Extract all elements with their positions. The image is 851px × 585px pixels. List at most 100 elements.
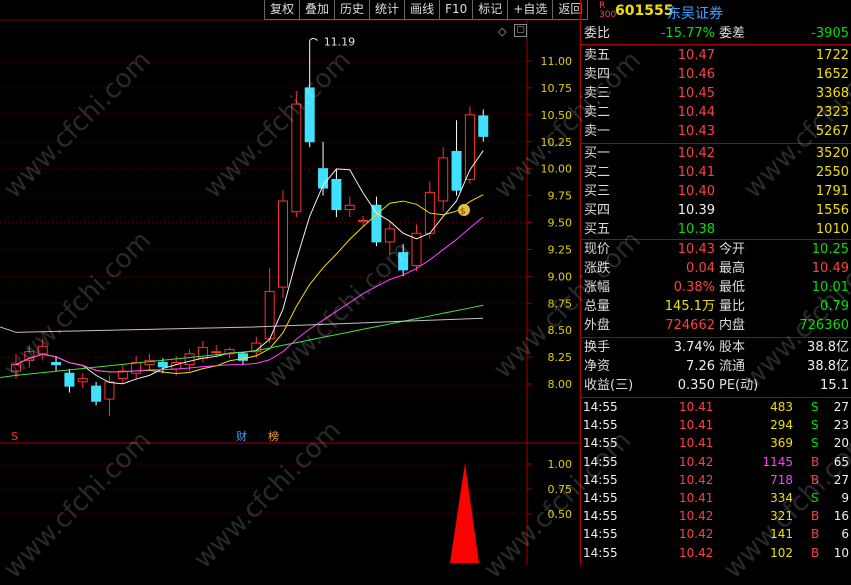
candle-body-up[interactable] xyxy=(131,361,142,374)
fin-row[interactable]: 换手 3.74% 股本 38.8亿 xyxy=(581,339,851,357)
candle-body-up[interactable] xyxy=(438,157,449,202)
bid-price: 10.40 xyxy=(677,184,715,199)
stat-row[interactable]: 总量 145.1万 量比 0.79 xyxy=(581,298,851,316)
toolbar-overlay-button[interactable]: 叠加 xyxy=(299,0,335,20)
signal-s-marker[interactable]: S xyxy=(11,430,18,443)
ask-row[interactable]: 卖二 10.44 2323 xyxy=(581,104,851,122)
tick-count: 10 xyxy=(833,545,849,560)
weicha-label: 委差 xyxy=(719,26,746,41)
divider-5 xyxy=(581,397,851,398)
candle-body-down[interactable] xyxy=(478,115,489,137)
tick-row[interactable]: 14:55 10.41 369 S 20 xyxy=(581,434,851,452)
candle-body-up[interactable] xyxy=(184,353,195,366)
tick-side: S xyxy=(811,400,819,414)
toolbar-fuquan-button[interactable]: 复权 xyxy=(264,0,300,20)
bid-row[interactable]: 买二 10.41 2550 xyxy=(581,164,851,182)
ask-price: 10.45 xyxy=(677,86,715,101)
candle-body-up[interactable] xyxy=(104,381,115,400)
candle-body-up[interactable] xyxy=(358,219,369,222)
stock-code[interactable]: 601555 xyxy=(615,3,673,19)
ma-line-ma60 xyxy=(15,304,484,376)
bid-price: 10.39 xyxy=(677,203,715,218)
tick-count: 27 xyxy=(833,472,849,487)
toolbar-stats-button[interactable]: 统计 xyxy=(369,0,405,20)
price-chart[interactable]: 11.00 10.75 10.50 10.25 10.00 9.75 9.50 9.25 9.0… xyxy=(0,0,581,565)
tick-time: 14:55 xyxy=(583,527,618,542)
tick-row[interactable]: 14:55 10.42 321 B 16 xyxy=(581,507,851,525)
tick-side: B xyxy=(811,472,820,487)
candle-body-up[interactable] xyxy=(211,351,222,354)
candle-body-down[interactable] xyxy=(331,178,342,211)
tick-row[interactable]: 14:55 10.42 102 B 10 xyxy=(581,544,851,562)
diamond-icon[interactable]: ◇ xyxy=(498,25,506,38)
candle-body-down[interactable] xyxy=(64,372,75,387)
candle-body-down[interactable] xyxy=(398,252,409,271)
tick-count: 65 xyxy=(833,454,849,469)
stat-row[interactable]: 涨跌 0.04 最高 10.49 xyxy=(581,260,851,278)
candle-body-up[interactable] xyxy=(77,378,88,383)
candle-body-up[interactable] xyxy=(291,103,302,213)
candle-body-up[interactable] xyxy=(278,200,288,288)
bid-level-label: 买三 xyxy=(584,184,611,199)
ask-row[interactable]: 卖四 10.46 1652 xyxy=(581,66,851,84)
stock-name[interactable]: 东吴证券 xyxy=(667,3,723,23)
tick-price: 10.41 xyxy=(679,436,714,451)
ask-row[interactable]: 卖三 10.45 3368 xyxy=(581,85,851,103)
divider-4 xyxy=(581,337,851,338)
bid-row[interactable]: 买三 10.40 1791 xyxy=(581,183,851,201)
price-tick-label: 10.75 xyxy=(541,82,573,95)
candle-body-up[interactable] xyxy=(24,351,35,361)
tick-price: 10.42 xyxy=(679,545,714,560)
candle-body-down[interactable] xyxy=(157,361,168,368)
tick-row[interactable]: 14:55 10.41 483 S 27 xyxy=(581,398,851,416)
fin-row[interactable]: 净资 7.26 流通 38.8亿 xyxy=(581,358,851,376)
stat-row[interactable]: 现价 10.43 今开 10.25 xyxy=(581,241,851,259)
candle-body-down[interactable] xyxy=(371,204,382,243)
candle-body-up[interactable] xyxy=(37,345,48,355)
bid-level-label: 买一 xyxy=(584,146,611,161)
bid-volume: 1791 xyxy=(815,184,849,199)
bid-row[interactable]: 买四 10.39 1556 xyxy=(581,202,851,220)
toolbar-history-button[interactable]: 历史 xyxy=(334,0,370,20)
candle-body-up[interactable] xyxy=(411,232,422,267)
stat-row[interactable]: 外盘 724662 内盘 726360 xyxy=(581,317,851,335)
fin-label: 换手 xyxy=(584,340,611,355)
tick-row[interactable]: 14:55 10.42 1145 B 65 xyxy=(581,453,851,471)
bid-price: 10.41 xyxy=(677,165,715,180)
toolbar-add-watchlist-button[interactable]: +自选 xyxy=(507,0,553,20)
bid-row[interactable]: 买一 10.42 3520 xyxy=(581,145,851,163)
ask-level-label: 卖二 xyxy=(584,105,611,120)
stat-row[interactable]: 涨幅 0.38% 最低 10.01 xyxy=(581,279,851,297)
stat-label: 量比 xyxy=(719,299,746,314)
candle-body-down[interactable] xyxy=(91,385,102,402)
ask-price: 10.43 xyxy=(677,124,715,139)
toolbar-draw-button[interactable]: 画线 xyxy=(404,0,440,20)
ask-level-label: 卖三 xyxy=(584,86,611,101)
finance-marker[interactable]: 财 xyxy=(236,429,247,443)
candle-body-up[interactable] xyxy=(384,228,395,243)
ask-level-label: 卖一 xyxy=(584,124,611,139)
candle-body-up[interactable] xyxy=(11,364,21,372)
rank-marker[interactable]: 榜 xyxy=(268,429,279,443)
tick-row[interactable]: 14:55 10.42 141 B 6 xyxy=(581,525,851,543)
fin-label: 流通 xyxy=(719,359,746,374)
candle-body-down[interactable] xyxy=(51,361,62,366)
toolbar-f10-button[interactable]: F10 xyxy=(439,0,473,20)
toolbar-mark-button[interactable]: 标记 xyxy=(472,0,508,20)
candle-body-down[interactable] xyxy=(451,150,462,191)
ask-row[interactable]: 卖五 10.47 1722 xyxy=(581,47,851,65)
tick-side: B xyxy=(811,509,820,524)
tick-row[interactable]: 14:55 10.41 294 S 23 xyxy=(581,416,851,434)
collapse-icon[interactable]: ▢ xyxy=(514,24,527,37)
bid-row[interactable]: 买五 10.38 1010 xyxy=(581,221,851,239)
ask-row[interactable]: 卖一 10.43 5267 xyxy=(581,123,851,141)
price-tick-label: 8.75 xyxy=(548,297,573,310)
r-num: 300 xyxy=(599,10,617,20)
candle-body-up[interactable] xyxy=(344,204,355,211)
candle-body-down[interactable] xyxy=(304,87,315,143)
tick-volume: 483 xyxy=(770,400,793,414)
tick-row[interactable]: 14:55 10.41 334 S 9 xyxy=(581,489,851,507)
price-tick-label: 9.00 xyxy=(548,270,573,283)
tick-row[interactable]: 14:55 10.42 718 B 27 xyxy=(581,471,851,489)
fin-row[interactable]: 收益(三) 0.350 PE(动) 15.1 xyxy=(581,377,851,395)
